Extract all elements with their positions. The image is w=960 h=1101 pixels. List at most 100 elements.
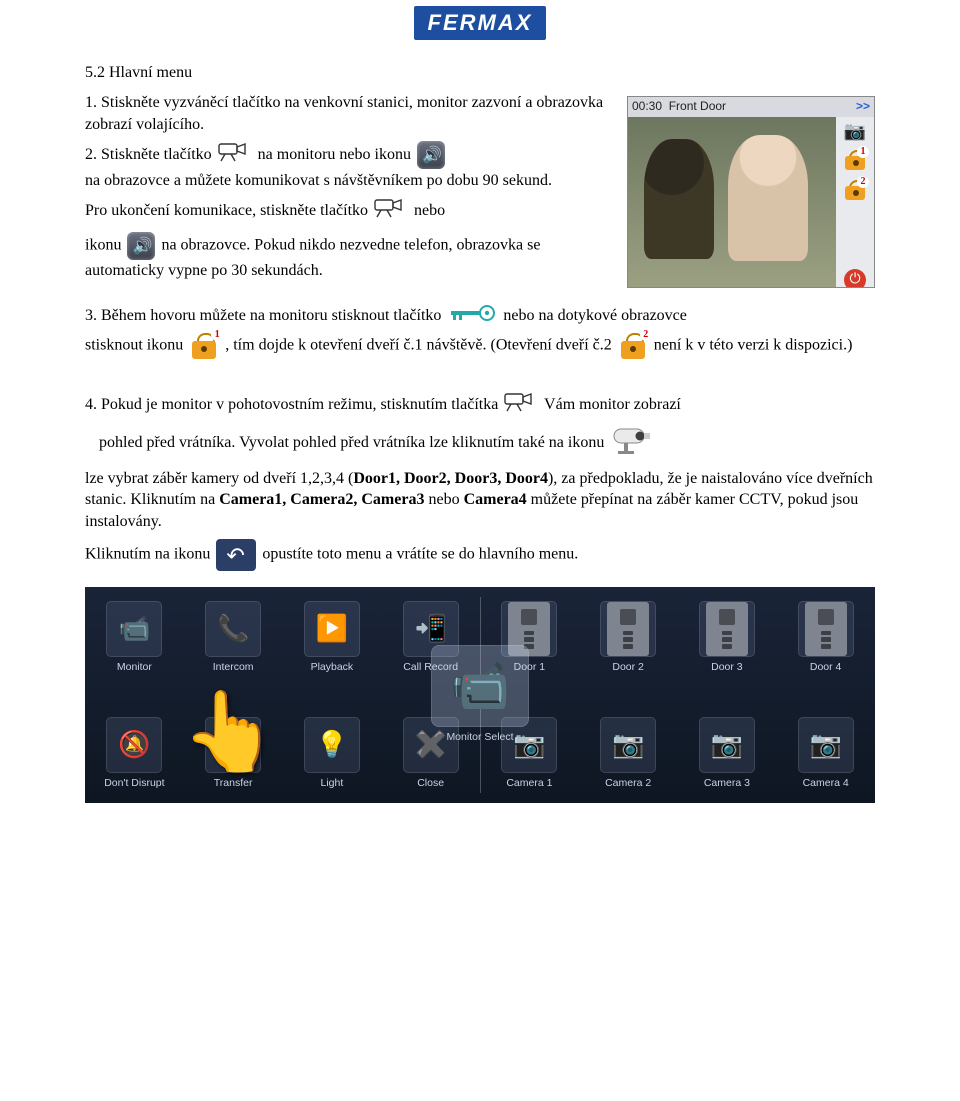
cctv-icon: 📷 <box>809 729 841 760</box>
label: Door 4 <box>810 661 842 673</box>
camera-outline-icon <box>504 391 538 420</box>
door-panel-icon <box>805 602 847 656</box>
lock-badge: 1 <box>211 329 223 341</box>
menu-item-door4: Door 4 <box>780 601 872 673</box>
menu-right-bot-row: 📷 Camera 1 📷 Camera 2 📷 Camera 3 📷 Camera 4 <box>480 717 875 789</box>
section-heading: 5.2 Hlavní menu <box>85 64 875 82</box>
label: Monitor Select <box>446 731 513 743</box>
camera-icon: 📷 <box>844 121 866 142</box>
text: pohled před vrátníka. Vyvolat pohled pře… <box>99 434 604 451</box>
lock-badge: 2 <box>640 329 652 341</box>
label: Transfer <box>214 777 253 789</box>
text: nebo <box>424 491 463 508</box>
text: 3. Během hovoru můžete na monitoru stisk… <box>85 307 441 324</box>
text: nebo <box>414 202 445 219</box>
text: na monitoru nebo ikonu <box>258 146 411 163</box>
speaker-button-icon <box>417 141 445 169</box>
play-icon: ▶️ <box>316 613 348 644</box>
camera-icon: 📹 <box>118 613 150 644</box>
label: Don't Disrupt <box>104 777 164 789</box>
cctv-icon: 📷 <box>711 729 743 760</box>
menu-item-cam2: 📷 Camera 2 <box>582 717 674 789</box>
step-4b: pohled před vrátníka. Vyvolat pohled pře… <box>99 425 875 462</box>
text: , tím dojde k otevření dveří č.1 návštěv… <box>225 336 612 353</box>
light-icon: 💡 <box>316 729 348 760</box>
device-live-view: 00:30 Front Door >> 📷 1 2 ⏻ <box>627 96 875 288</box>
menu-item-cam3: 📷 Camera 3 <box>681 717 773 789</box>
device-sidebar: 📷 1 2 ⏻ <box>836 117 874 288</box>
label: Door 2 <box>612 661 644 673</box>
text: stisknout ikonu <box>85 336 183 353</box>
text: 2. Stiskněte tlačítko <box>85 146 212 163</box>
step-3: 3. Během hovoru můžete na monitoru stisk… <box>85 302 875 361</box>
label: Door 3 <box>711 661 743 673</box>
label: Monitor <box>117 661 152 673</box>
menu-item-door3: Door 3 <box>681 601 773 673</box>
lock2-icon: 2 <box>618 331 648 361</box>
step-4a: 4. Pokud je monitor v pohotovostním reži… <box>85 391 875 420</box>
lock1-icon: 1 <box>189 331 219 361</box>
label: Camera 2 <box>605 777 651 789</box>
text: Vám monitor zobrazí <box>544 396 681 413</box>
menu-item-monitor: 📹 Monitor <box>88 601 180 673</box>
label: Camera 4 <box>803 777 849 789</box>
device-time: 00:30 <box>632 99 662 113</box>
menu-item-door2: Door 2 <box>582 601 674 673</box>
text: nebo na dotykové obrazovce <box>503 307 686 324</box>
menu-item-dnd: 🔕 Don't Disrupt <box>88 717 180 789</box>
label: Close <box>417 777 444 789</box>
text: opustíte toto menu a vrátíte se do hlavn… <box>262 545 578 562</box>
text: Pro ukončení komunikace, stiskněte tlačí… <box>85 202 368 219</box>
menu-item-cam4: 📷 Camera 4 <box>780 717 872 789</box>
menu-left-bot-row: 🔕Don't Disrupt 🔃Transfer 💡Light ✖️Close <box>85 717 480 789</box>
lock-badge: 2 <box>857 176 869 188</box>
text: Kliknutím na ikonu <box>85 545 210 562</box>
cctv-icon <box>610 425 654 462</box>
menu-right-top-row: Door 1 Door 2 Door 3 Door 4 <box>480 601 875 673</box>
step-4d: Kliknutím na ikonu opustíte toto menu a … <box>85 539 875 571</box>
text: na obrazovce a můžete komunikovat s návš… <box>85 172 552 189</box>
text: 4. Pokud je monitor v pohotovostním reži… <box>85 396 498 413</box>
key-icon <box>447 302 497 331</box>
menu-item-transfer: 🔃 Transfer <box>187 717 279 789</box>
lock1-icon: 1 <box>843 148 867 172</box>
speaker-button-icon <box>127 232 155 260</box>
call-record-icon: 📲 <box>414 613 446 644</box>
step-4c: lze vybrat záběr kamery od dveří 1,2,3,4… <box>85 468 875 533</box>
door-panel-icon <box>706 602 748 656</box>
door-panel-icon <box>607 602 649 656</box>
camera-outline-icon <box>218 141 252 170</box>
main-menu-screenshot: 📹Monitor 📞Intercom ▶️Playback 📲Call Reco… <box>85 587 875 803</box>
label: Light <box>320 777 343 789</box>
label: Playback <box>311 661 354 673</box>
camera4-label: Camera4 <box>464 491 527 508</box>
brand-logo: FERMAX <box>414 6 547 40</box>
webcam-icon: 📹 <box>450 657 510 714</box>
menu-item-playback: ▶️ Playback <box>286 601 378 673</box>
cameras-list: Camera1, Camera2, Camera3 <box>219 491 424 508</box>
text: ikonu <box>85 237 121 254</box>
text: není k v této verzi k dispozici.) <box>654 336 853 353</box>
menu-item-intercom: 📞 Intercom <box>187 601 279 673</box>
label: Intercom <box>213 661 254 673</box>
logo-bar: FERMAX <box>0 0 960 46</box>
power-icon: ⏻ <box>844 269 866 288</box>
label: Camera 3 <box>704 777 750 789</box>
text: lze vybrat záběr kamery od dveří 1,2,3,4… <box>85 470 353 487</box>
menu-left-top-row: 📹Monitor 📞Intercom ▶️Playback 📲Call Reco… <box>85 601 480 673</box>
device-title: Front Door <box>669 99 726 113</box>
back-icon <box>216 539 256 571</box>
camera-outline-icon <box>374 197 408 226</box>
phone-icon: 📞 <box>217 613 249 644</box>
doors-list: Door1, Door2, Door3, Door4 <box>353 470 548 487</box>
cctv-icon: 📷 <box>612 729 644 760</box>
arrows-icon: >> <box>856 99 870 113</box>
dnd-icon: 🔕 <box>118 729 150 760</box>
label: Camera 1 <box>506 777 552 789</box>
camera-photo <box>628 117 836 287</box>
menu-item-light: 💡 Light <box>286 717 378 789</box>
menu-item-monitor-select: 📹 Monitor Select <box>434 645 526 743</box>
lock2-icon: 2 <box>843 178 867 202</box>
lock-badge: 1 <box>857 146 869 158</box>
transfer-icon: 🔃 <box>217 729 249 760</box>
